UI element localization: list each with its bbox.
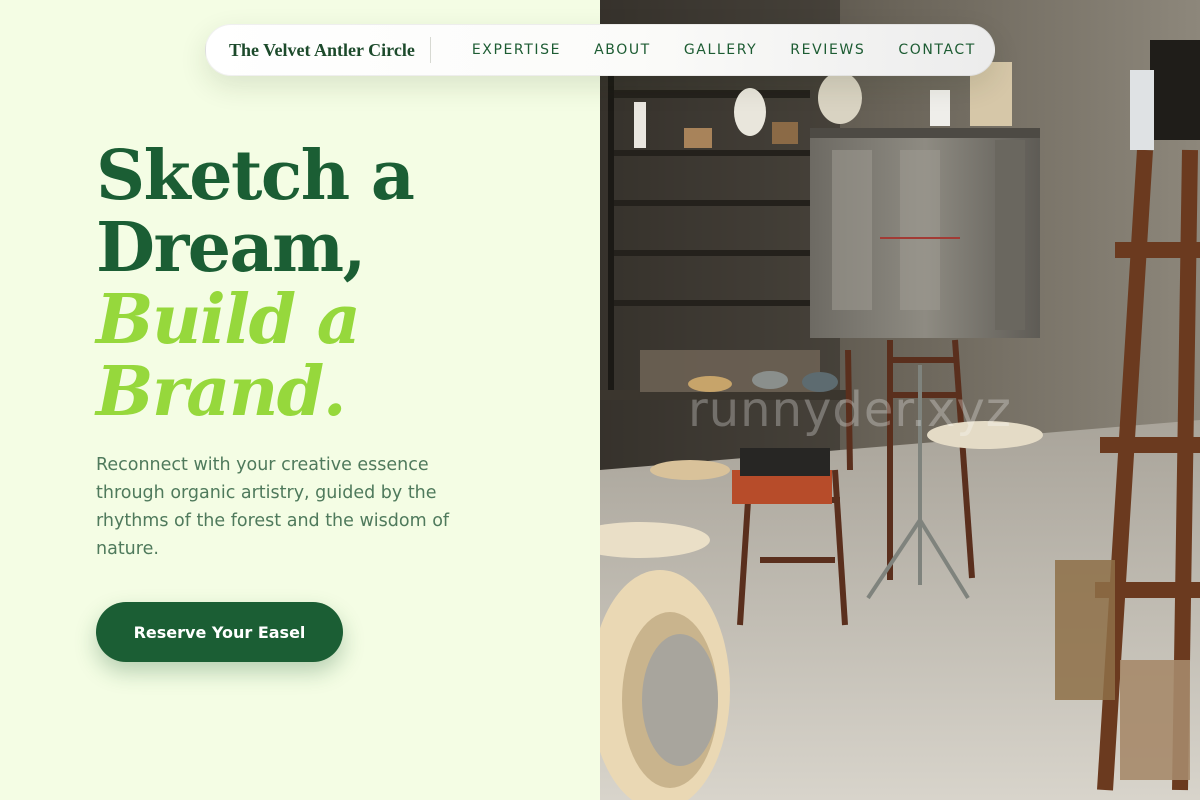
- nav-link-expertise[interactable]: EXPERTISE: [472, 42, 561, 58]
- hero-description: Reconnect with your creative essence thr…: [96, 455, 450, 559]
- headline-line-3: Build a: [96, 280, 361, 360]
- nav-link-gallery[interactable]: GALLERY: [684, 42, 757, 58]
- nav-link-about[interactable]: ABOUT: [594, 42, 651, 58]
- headline-line-4: Brand.: [96, 352, 347, 432]
- top-navigation: The Velvet Antler Circle EXPERTISE ABOUT…: [205, 24, 995, 76]
- nav-link-contact[interactable]: CONTACT: [898, 42, 976, 58]
- nav-links: EXPERTISE ABOUT GALLERY REVIEWS CONTACT: [472, 42, 976, 58]
- headline-line-2: Dream,: [96, 208, 366, 288]
- photo-watermark: runnyder.xyz: [688, 382, 1012, 438]
- hero-headline: Sketch a Dream, Build a Brand.: [96, 136, 415, 432]
- reserve-easel-button[interactable]: Reserve Your Easel: [96, 602, 343, 662]
- headline-line-1: Sketch a: [96, 136, 415, 216]
- nav-divider: [429, 37, 431, 63]
- brand-logo[interactable]: The Velvet Antler Circle: [229, 40, 415, 61]
- nav-link-reviews[interactable]: REVIEWS: [790, 42, 865, 58]
